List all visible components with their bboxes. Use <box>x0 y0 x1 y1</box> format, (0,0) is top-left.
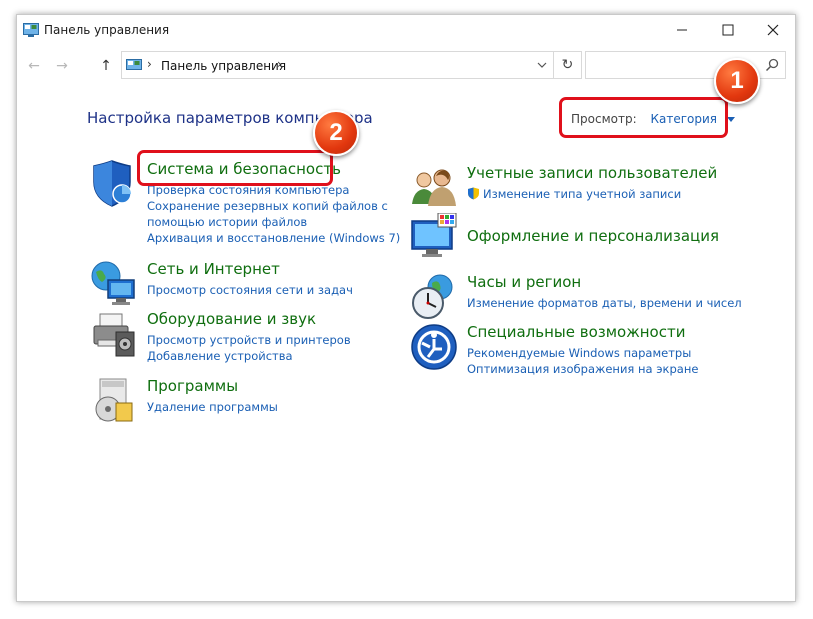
link-add-device[interactable]: Добавление устройства <box>147 348 351 364</box>
address-dropdown-button[interactable] <box>537 56 547 77</box>
link-network-status[interactable]: Просмотр состояния сети и задач <box>147 282 353 298</box>
printer-hardware-icon <box>93 313 135 357</box>
title-bar: Панель управления <box>17 15 795 45</box>
link-uninstall-program[interactable]: Удаление программы <box>147 399 278 415</box>
arrow-left-icon: ← <box>28 58 40 74</box>
link-file-history-cont[interactable]: помощью истории файлов <box>147 214 400 230</box>
minimize-button[interactable] <box>659 15 705 45</box>
forward-button[interactable]: → <box>51 55 73 77</box>
accessibility-icon <box>411 324 457 370</box>
callout-highlight-view-by <box>559 97 728 138</box>
category-title-link[interactable]: Оборудование и звук <box>147 310 316 328</box>
category-links: Просмотр состояния сети и задач <box>147 282 353 298</box>
category-title-link[interactable]: Оформление и персонализация <box>467 227 719 245</box>
address-bar[interactable]: › Панель управления › <box>121 51 554 79</box>
step-badge-1: 1 <box>714 58 760 104</box>
control-panel-app-icon <box>23 23 39 37</box>
up-button[interactable]: ↑ <box>95 55 117 77</box>
category-links: Проверка состояния компьютера Сохранение… <box>147 182 400 246</box>
maximize-icon <box>722 24 734 36</box>
refresh-icon: ↻ <box>561 57 574 73</box>
link-file-history[interactable]: Сохранение резервных копий файлов с <box>147 198 400 214</box>
maximize-button[interactable] <box>705 15 751 45</box>
chevron-down-icon[interactable] <box>726 117 735 122</box>
category-title-link[interactable]: Специальные возможности <box>467 323 685 341</box>
arrow-right-icon: → <box>56 58 68 74</box>
window-title: Панель управления <box>44 23 170 37</box>
category-title-link[interactable]: Программы <box>147 377 238 395</box>
shield-security-icon <box>93 160 132 207</box>
link-recommended-settings[interactable]: Рекомендуемые Windows параметры <box>467 345 698 361</box>
callout-highlight-system-security <box>137 150 333 186</box>
network-globe-icon <box>91 261 135 305</box>
link-change-account-type-label[interactable]: Изменение типа учетной записи <box>483 187 681 201</box>
search-icon <box>765 58 779 72</box>
category-links: Изменение форматов даты, времени и чисел <box>467 295 742 311</box>
clock-globe-icon <box>412 274 453 319</box>
back-button[interactable]: ← <box>23 55 45 77</box>
control-panel-icon <box>126 59 142 70</box>
step-badge-2: 2 <box>313 110 359 156</box>
category-title-link[interactable]: Часы и регион <box>467 273 581 291</box>
chevron-down-icon <box>537 62 547 68</box>
uac-shield-icon <box>468 187 479 200</box>
close-button[interactable] <box>750 15 796 45</box>
refresh-button[interactable]: ↻ <box>554 51 582 79</box>
category-links: Просмотр устройств и принтеров Добавлени… <box>147 332 351 364</box>
arrow-up-icon: ↑ <box>100 58 112 74</box>
link-devices-printers[interactable]: Просмотр устройств и принтеров <box>147 332 351 348</box>
category-links: Рекомендуемые Windows параметры Оптимиза… <box>467 345 698 377</box>
breadcrumb-separator[interactable]: › <box>277 57 282 71</box>
programs-disc-icon <box>95 378 133 422</box>
personalization-monitor-icon <box>411 213 457 257</box>
category-title-link[interactable]: Учетные записи пользователей <box>467 164 717 182</box>
category-title-link[interactable]: Сеть и Интернет <box>147 260 280 278</box>
link-optimize-display[interactable]: Оптимизация изображения на экране <box>467 361 698 377</box>
close-icon <box>767 24 779 36</box>
category-links: Удаление программы <box>147 399 278 415</box>
breadcrumb-separator[interactable]: › <box>147 57 152 71</box>
link-date-time-formats[interactable]: Изменение форматов даты, времени и чисел <box>467 295 742 311</box>
link-backup-restore[interactable]: Архивация и восстановление (Windows 7) <box>147 230 400 246</box>
breadcrumb-control-panel[interactable]: Панель управления <box>161 59 286 73</box>
minimize-icon <box>677 29 687 31</box>
user-accounts-icon <box>412 169 456 206</box>
link-change-account-type[interactable]: Изменение типа учетной записи <box>467 186 681 202</box>
category-links: Изменение типа учетной записи <box>467 186 681 202</box>
